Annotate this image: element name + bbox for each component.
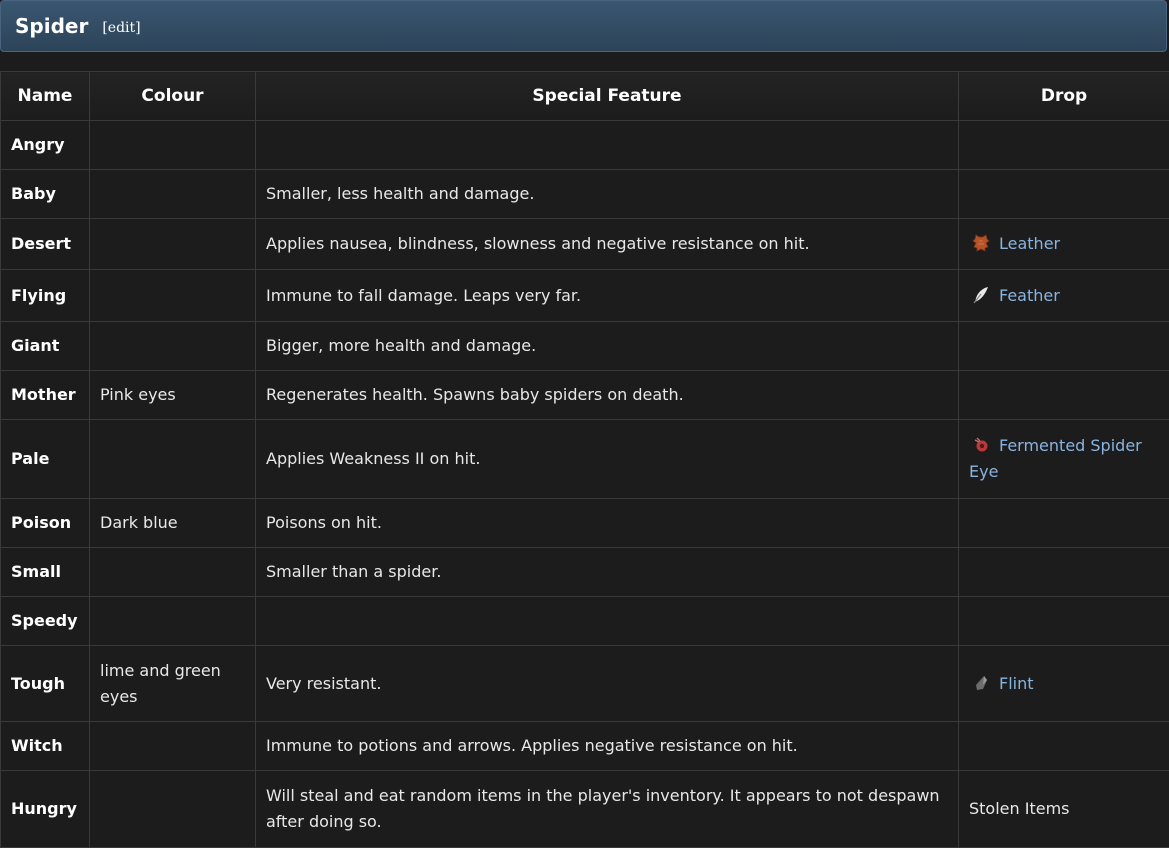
section-title: Spider — [15, 14, 88, 38]
cell-name: Poison — [1, 499, 90, 548]
cell-name: Mother — [1, 371, 90, 420]
cell-special-feature — [256, 121, 959, 170]
drop-link[interactable]: Fermented Spider Eye — [969, 436, 1142, 481]
cell-special-feature: Applies nausea, blindness, slowness and … — [256, 219, 959, 270]
cell-drop: Fermented Spider Eye — [959, 420, 1169, 499]
column-header-drop: Drop — [959, 72, 1169, 121]
table-row: Angry — [1, 121, 1169, 170]
cell-name: Desert — [1, 219, 90, 270]
table-row: Hungry Will steal and eat random items in… — [1, 771, 1169, 848]
flint-icon — [971, 673, 991, 693]
drop-link[interactable]: Flint — [999, 674, 1034, 693]
cell-special-feature: Poisons on hit. — [256, 499, 959, 548]
table-row: Flying Immune to fall damage. Leaps very … — [1, 270, 1169, 322]
drop-link[interactable]: Leather — [999, 234, 1060, 253]
cell-special-feature: Immune to potions and arrows. Applies ne… — [256, 722, 959, 771]
table-row: Toughlime and green eyesVery resistant. F… — [1, 646, 1169, 722]
feather-icon — [971, 285, 991, 305]
drop-link[interactable]: Feather — [999, 286, 1060, 305]
table-row: PoisonDark bluePoisons on hit. — [1, 499, 1169, 548]
edit-link[interactable]: [edit] — [102, 20, 140, 36]
column-header-special-feature: Special Feature — [256, 72, 959, 121]
cell-colour — [90, 322, 256, 371]
column-header-colour: Colour — [90, 72, 256, 121]
cell-colour — [90, 270, 256, 322]
cell-colour: Dark blue — [90, 499, 256, 548]
table-header-row: Name Colour Special Feature Drop — [1, 72, 1169, 121]
cell-drop — [959, 170, 1169, 219]
cell-name: Pale — [1, 420, 90, 499]
cell-name: Witch — [1, 722, 90, 771]
cell-name: Small — [1, 548, 90, 597]
table-row: Desert Applies nausea, blindness, slownes… — [1, 219, 1169, 270]
cell-special-feature: Very resistant. — [256, 646, 959, 722]
cell-name: Hungry — [1, 771, 90, 848]
cell-drop — [959, 121, 1169, 170]
cell-colour — [90, 722, 256, 771]
table-row: Small Smaller than a spider. — [1, 548, 1169, 597]
cell-special-feature — [256, 597, 959, 646]
cell-colour: lime and green eyes — [90, 646, 256, 722]
section-header: Spider [edit] — [0, 0, 1167, 52]
cell-drop — [959, 371, 1169, 420]
cell-drop: Flint — [959, 646, 1169, 722]
fermented-spider-eye-icon — [971, 435, 991, 455]
cell-colour — [90, 771, 256, 848]
table-body: AngryBaby Smaller, less health and damage… — [1, 121, 1169, 848]
cell-special-feature: Applies Weakness II on hit. — [256, 420, 959, 499]
cell-special-feature: Bigger, more health and damage. — [256, 322, 959, 371]
cell-name: Angry — [1, 121, 90, 170]
cell-special-feature: Will steal and eat random items in the p… — [256, 771, 959, 848]
cell-name: Giant — [1, 322, 90, 371]
cell-name: Tough — [1, 646, 90, 722]
cell-colour — [90, 420, 256, 499]
column-header-name: Name — [1, 72, 90, 121]
cell-drop — [959, 722, 1169, 771]
cell-name: Baby — [1, 170, 90, 219]
table-row: Witch Immune to potions and arrows. Appli… — [1, 722, 1169, 771]
cell-drop: Leather — [959, 219, 1169, 270]
cell-colour: Pink eyes — [90, 371, 256, 420]
cell-drop — [959, 322, 1169, 371]
leather-icon — [971, 233, 991, 253]
spider-variants-table: Name Colour Special Feature Drop AngryBa… — [0, 71, 1169, 848]
cell-colour — [90, 548, 256, 597]
cell-special-feature: Regenerates health. Spawns baby spiders … — [256, 371, 959, 420]
cell-special-feature: Immune to fall damage. Leaps very far. — [256, 270, 959, 322]
cell-name: Flying — [1, 270, 90, 322]
table-row: Pale Applies Weakness II on hit.Fermented… — [1, 420, 1169, 499]
table-row: MotherPink eyesRegenerates health. Spawn… — [1, 371, 1169, 420]
cell-drop — [959, 548, 1169, 597]
cell-drop — [959, 597, 1169, 646]
cell-colour — [90, 219, 256, 270]
cell-colour — [90, 170, 256, 219]
table-row: Giant Bigger, more health and damage. — [1, 322, 1169, 371]
cell-name: Speedy — [1, 597, 90, 646]
drop-text: Stolen Items — [969, 799, 1070, 818]
cell-drop: Stolen Items — [959, 771, 1169, 848]
table-row: Speedy — [1, 597, 1169, 646]
cell-drop — [959, 499, 1169, 548]
table-row: Baby Smaller, less health and damage. — [1, 170, 1169, 219]
cell-colour — [90, 121, 256, 170]
cell-colour — [90, 597, 256, 646]
cell-special-feature: Smaller, less health and damage. — [256, 170, 959, 219]
cell-special-feature: Smaller than a spider. — [256, 548, 959, 597]
cell-drop: Feather — [959, 270, 1169, 322]
